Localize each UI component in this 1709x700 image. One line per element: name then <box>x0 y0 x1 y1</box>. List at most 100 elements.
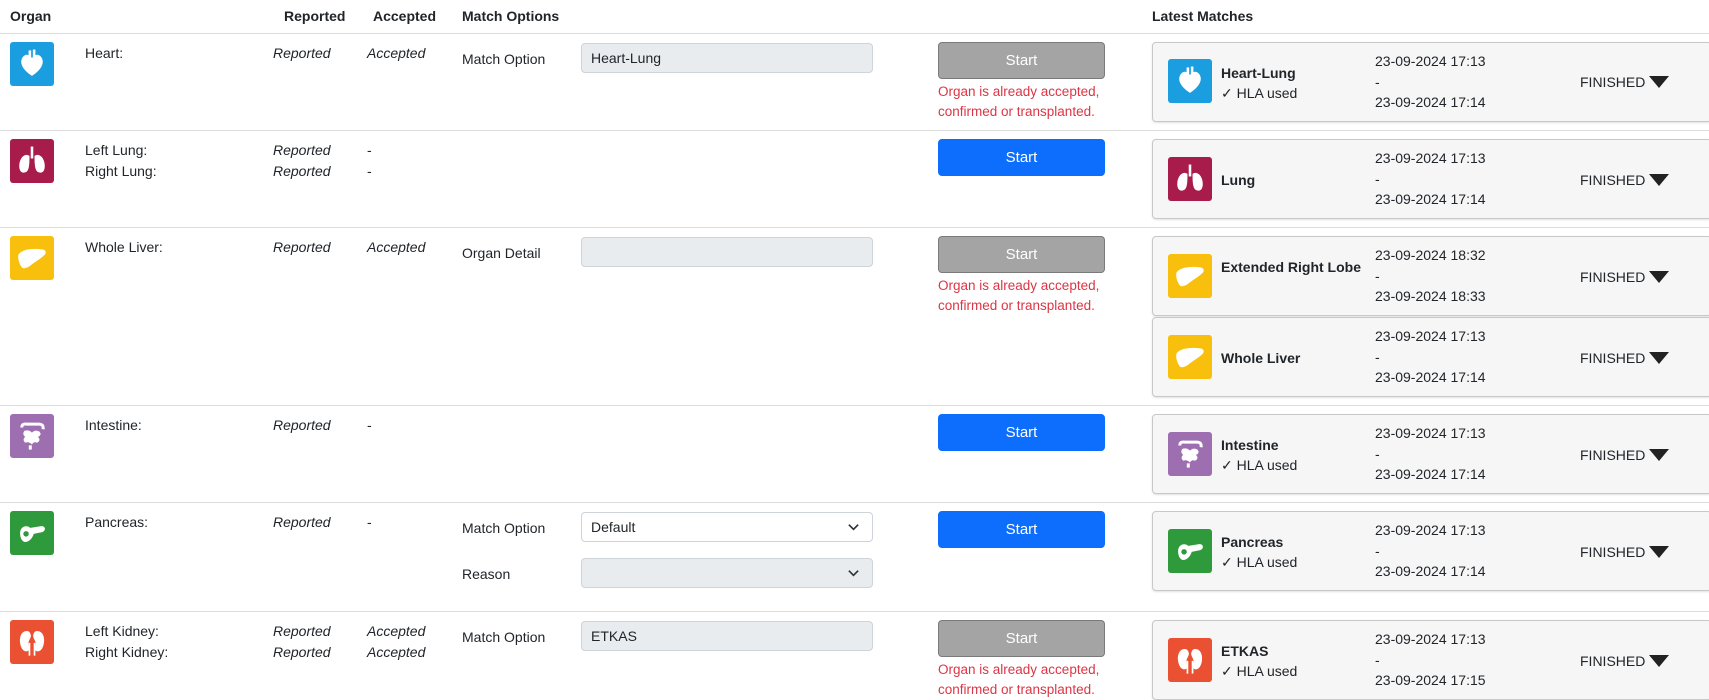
heart-icon <box>10 42 54 86</box>
date-separator: - <box>1375 651 1380 668</box>
error-line: confirmed or transplanted. <box>938 104 1095 119</box>
match-option-value: Heart-Lung <box>591 50 662 66</box>
column-header-reported: Reported <box>284 8 346 24</box>
organ-name: Left Lung: <box>85 142 148 158</box>
match-status: FINISHED <box>1580 74 1646 90</box>
chevron-down-icon <box>847 559 860 591</box>
date-separator: - <box>1375 170 1380 187</box>
caret-down-icon[interactable] <box>1649 173 1669 189</box>
match-status: FINISHED <box>1580 269 1646 285</box>
match-option-label: Match Option <box>462 520 546 536</box>
error-message: Organ is already accepted, confirmed or … <box>938 660 1138 700</box>
match-dates: 23-09-2024 17:13 - 23-09-2024 17:14 <box>1375 520 1486 582</box>
column-header-accepted: Accepted <box>373 8 437 24</box>
start-button[interactable]: Start <box>938 42 1105 79</box>
intestine-icon <box>10 414 54 458</box>
match-start-date: 23-09-2024 17:13 <box>1375 631 1486 647</box>
accepted-value: - <box>367 417 372 433</box>
match-card: Pancreas ✓ HLA used 23-09-2024 17:13 - 2… <box>1152 511 1709 591</box>
caret-down-icon[interactable] <box>1649 270 1669 286</box>
organ-name: Left Kidney: <box>85 623 159 639</box>
match-end-date: 23-09-2024 17:14 <box>1375 369 1486 385</box>
match-name: Extended Right Lobe <box>1221 259 1361 275</box>
hla-used-label: ✓ HLA used <box>1221 457 1298 473</box>
start-button[interactable]: Start <box>938 139 1105 176</box>
reported-status: Reported <box>273 237 331 258</box>
match-end-date: 23-09-2024 17:14 <box>1375 191 1486 207</box>
organ-row-lung: Left Lung: Right Lung: Reported Reported… <box>0 130 1709 228</box>
organ-label: Left Lung: Right Lung: <box>85 140 157 182</box>
match-status: FINISHED <box>1580 447 1646 463</box>
match-start-date: 23-09-2024 18:32 <box>1375 247 1486 263</box>
hla-used-label: ✓ HLA used <box>1221 663 1298 679</box>
start-button[interactable]: Start <box>938 236 1105 273</box>
reason-select <box>581 558 873 588</box>
column-header-match-options: Match Options <box>462 8 560 24</box>
caret-down-icon[interactable] <box>1649 545 1669 561</box>
reported-status: Reported <box>273 512 331 533</box>
reported-value: Reported <box>273 417 331 433</box>
kidney-icon <box>1168 638 1212 682</box>
match-start-date: 23-09-2024 17:13 <box>1375 53 1486 69</box>
match-card: Heart-Lung ✓ HLA used 23-09-2024 17:13 -… <box>1152 42 1709 122</box>
accepted-status: Accepted Accepted <box>367 621 425 663</box>
organ-detail-field <box>581 237 873 267</box>
match-end-date: 23-09-2024 17:14 <box>1375 563 1486 579</box>
match-name: Lung <box>1221 172 1256 188</box>
accepted-status: - <box>367 415 372 436</box>
reported-status: Reported <box>273 43 331 64</box>
organ-name: Intestine: <box>85 417 142 433</box>
reported-value: Reported <box>273 644 331 660</box>
match-card: ETKAS ✓ HLA used 23-09-2024 17:13 - 23-0… <box>1152 620 1709 700</box>
caret-down-icon[interactable] <box>1649 654 1669 670</box>
match-card: Intestine ✓ HLA used 23-09-2024 17:13 - … <box>1152 414 1709 494</box>
error-line: Organ is already accepted, <box>938 662 1100 677</box>
date-separator: - <box>1375 542 1380 559</box>
accepted-value: - <box>367 142 372 158</box>
match-status: FINISHED <box>1580 544 1646 560</box>
match-dates: 23-09-2024 17:13 - 23-09-2024 17:14 <box>1375 51 1486 113</box>
column-header-organ: Organ <box>10 8 52 24</box>
match-dates: 23-09-2024 18:32 - 23-09-2024 18:33 <box>1375 245 1486 307</box>
match-option-select[interactable]: Default <box>581 512 873 542</box>
match-end-date: 23-09-2024 18:33 <box>1375 288 1486 304</box>
accepted-value: - <box>367 163 372 179</box>
organ-row-heart: Heart: Reported Accepted Match Option He… <box>0 33 1709 131</box>
match-name: Whole Liver <box>1221 350 1301 366</box>
reported-value: Reported <box>273 623 331 639</box>
caret-down-icon[interactable] <box>1649 351 1669 367</box>
reported-status: Reported Reported <box>273 140 331 182</box>
organ-label: Whole Liver: <box>85 237 163 258</box>
match-status: FINISHED <box>1580 653 1646 669</box>
match-status: FINISHED <box>1580 172 1646 188</box>
match-start-date: 23-09-2024 17:13 <box>1375 328 1486 344</box>
match-end-date: 23-09-2024 17:14 <box>1375 466 1486 482</box>
accepted-value: - <box>367 514 372 530</box>
match-name: ETKAS <box>1221 643 1269 659</box>
start-button[interactable]: Start <box>938 620 1105 657</box>
organ-label: Left Kidney: Right Kidney: <box>85 621 168 663</box>
date-separator: - <box>1375 445 1380 462</box>
match-dates: 23-09-2024 17:13 - 23-09-2024 17:14 <box>1375 326 1486 388</box>
match-dates: 23-09-2024 17:13 - 23-09-2024 17:14 <box>1375 423 1486 485</box>
match-dates: 23-09-2024 17:13 - 23-09-2024 17:15 <box>1375 629 1486 691</box>
start-button[interactable]: Start <box>938 414 1105 451</box>
accepted-status: - - <box>367 140 372 182</box>
date-separator: - <box>1375 267 1380 284</box>
organ-name: Heart: <box>85 45 124 61</box>
match-option-value: Default <box>591 519 636 535</box>
heart-icon <box>1168 59 1212 103</box>
match-end-date: 23-09-2024 17:15 <box>1375 672 1486 688</box>
accepted-status: Accepted <box>367 43 425 64</box>
error-line: confirmed or transplanted. <box>938 298 1095 313</box>
kidney-icon <box>10 620 54 664</box>
error-message: Organ is already accepted, confirmed or … <box>938 82 1138 122</box>
chevron-down-icon <box>847 513 860 545</box>
caret-down-icon[interactable] <box>1649 75 1669 91</box>
caret-down-icon[interactable] <box>1649 448 1669 464</box>
start-button[interactable]: Start <box>938 511 1105 548</box>
reported-value: Reported <box>273 142 331 158</box>
reported-value: Reported <box>273 239 331 255</box>
organ-row-liver: Whole Liver: Reported Accepted Organ Det… <box>0 227 1709 406</box>
reported-status: Reported <box>273 415 331 436</box>
